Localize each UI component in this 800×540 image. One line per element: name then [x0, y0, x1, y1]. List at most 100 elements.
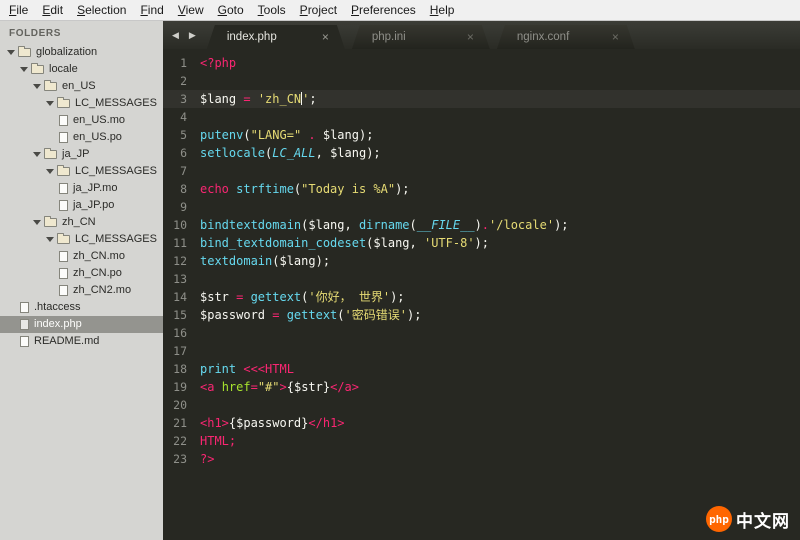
file-icon [20, 319, 29, 330]
tab-close-icon[interactable]: × [610, 30, 621, 44]
menu-item-view[interactable]: View [171, 0, 211, 20]
menu-item-goto[interactable]: Goto [211, 0, 251, 20]
code-token: '密码错误' [345, 308, 407, 322]
line-number: 1 [163, 54, 200, 72]
menu-item-edit[interactable]: Edit [35, 0, 70, 20]
expand-arrow-icon[interactable] [46, 237, 54, 242]
code-token: <h1> [200, 416, 229, 430]
line-number: 11 [163, 234, 200, 252]
tree-folder-ja_JP[interactable]: ja_JP [0, 146, 163, 163]
code-line[interactable]: 19<a href="#">{$str}</a> [163, 378, 800, 396]
tab-php.ini[interactable]: php.ini × [352, 25, 490, 49]
folder-icon [44, 150, 57, 159]
tree-folder-globalization[interactable]: globalization [0, 44, 163, 61]
code-editor[interactable]: 1<?php23$lang = 'zh_CN';45putenv("LANG="… [163, 49, 800, 540]
tree-folder-zh_CN[interactable]: zh_CN [0, 214, 163, 231]
menu-item-preferences[interactable]: Preferences [344, 0, 423, 20]
code-line[interactable]: 1<?php [163, 54, 800, 72]
tree-folder-LC_MESSAGES[interactable]: LC_MESSAGES [0, 231, 163, 248]
code-line[interactable]: 9 [163, 198, 800, 216]
code-line[interactable]: 21<h1>{$password}</h1> [163, 414, 800, 432]
code-line[interactable]: 15$password = gettext('密码错误'); [163, 306, 800, 324]
tree-item-label: en_US [62, 78, 96, 95]
expand-arrow-icon[interactable] [33, 84, 41, 89]
tree-folder-LC_MESSAGES[interactable]: LC_MESSAGES [0, 95, 163, 112]
code-line[interactable]: 23?> [163, 450, 800, 468]
line-number: 21 [163, 414, 200, 432]
code-token: = [243, 92, 257, 106]
code-token: textdomain [200, 254, 272, 268]
code-line[interactable]: 10bindtextdomain($lang, dirname(__FILE__… [163, 216, 800, 234]
tab-nav-forward-icon[interactable]: ▶ [184, 27, 201, 44]
code-token: __FILE__ [417, 218, 475, 232]
code-line[interactable]: 14$str = gettext('你好， 世界'); [163, 288, 800, 306]
tree-file-.htaccess[interactable]: .htaccess [0, 299, 163, 316]
code-line[interactable]: 16 [163, 324, 800, 342]
tree-file-en_US.po[interactable]: en_US.po [0, 129, 163, 146]
code-lines: 1<?php23$lang = 'zh_CN';45putenv("LANG="… [163, 54, 800, 468]
line-content: setlocale(LC_ALL, $lang); [200, 144, 800, 162]
code-token: <<<HTML [243, 362, 294, 376]
line-content: bindtextdomain($lang, dirname(__FILE__).… [200, 216, 800, 234]
tree-file-index.php[interactable]: index.php [0, 316, 163, 333]
tree-folder-en_US[interactable]: en_US [0, 78, 163, 95]
menu-item-file[interactable]: File [2, 0, 35, 20]
menu-item-tools[interactable]: Tools [251, 0, 293, 20]
menu-item-selection[interactable]: Selection [70, 0, 133, 20]
code-line[interactable]: 3$lang = 'zh_CN'; [163, 90, 800, 108]
code-line[interactable]: 18print <<<HTML [163, 360, 800, 378]
expand-arrow-icon[interactable] [7, 50, 15, 55]
line-content [200, 270, 800, 288]
folder-icon [57, 235, 70, 244]
tabs: index.php×php.ini×nginx.conf× [201, 21, 642, 49]
tab-close-icon[interactable]: × [320, 30, 331, 44]
menu-item-help[interactable]: Help [423, 0, 462, 20]
expand-arrow-icon[interactable] [46, 101, 54, 106]
expand-arrow-icon[interactable] [46, 169, 54, 174]
tree-item-label: ja_JP [62, 146, 90, 163]
code-line[interactable]: 8echo strftime("Today is %A"); [163, 180, 800, 198]
line-content: echo strftime("Today is %A"); [200, 180, 800, 198]
tab-index.php[interactable]: index.php× [207, 25, 345, 49]
code-line[interactable]: 13 [163, 270, 800, 288]
tree-file-README.md[interactable]: README.md [0, 333, 163, 350]
code-line[interactable]: 20 [163, 396, 800, 414]
code-line[interactable]: 11bind_textdomain_codeset($lang, 'UTF-8'… [163, 234, 800, 252]
code-token: = [236, 290, 250, 304]
code-token: "Today is %A" [301, 182, 395, 196]
tree-file-zh_CN.mo[interactable]: zh_CN.mo [0, 248, 163, 265]
code-line[interactable]: 7 [163, 162, 800, 180]
code-line[interactable]: 22HTML; [163, 432, 800, 450]
tree-file-ja_JP.po[interactable]: ja_JP.po [0, 197, 163, 214]
tree-file-zh_CN.po[interactable]: zh_CN.po [0, 265, 163, 282]
expand-arrow-icon[interactable] [33, 152, 41, 157]
line-content: ?> [200, 450, 800, 468]
tree-folder-locale[interactable]: locale [0, 61, 163, 78]
folder-icon [44, 218, 57, 227]
code-line[interactable]: 5putenv("LANG=" . $lang); [163, 126, 800, 144]
tree-file-en_US.mo[interactable]: en_US.mo [0, 112, 163, 129]
expand-arrow-icon[interactable] [20, 67, 28, 72]
code-line[interactable]: 17 [163, 342, 800, 360]
code-line[interactable]: 2 [163, 72, 800, 90]
code-token: ) [475, 218, 482, 232]
code-line[interactable]: 12textdomain($lang); [163, 252, 800, 270]
folder-icon [44, 82, 57, 91]
tree-file-zh_CN2.mo[interactable]: zh_CN2.mo [0, 282, 163, 299]
tab-label: php.ini [372, 31, 406, 43]
code-token: 'UTF-8' [424, 236, 475, 250]
expand-arrow-icon[interactable] [33, 220, 41, 225]
menu-item-find[interactable]: Find [133, 0, 170, 20]
code-token: = [272, 308, 286, 322]
tab-close-icon[interactable]: × [465, 30, 476, 44]
tab-nginx.conf[interactable]: nginx.conf× [497, 25, 635, 49]
line-number: 4 [163, 108, 200, 126]
menu-item-project[interactable]: Project [293, 0, 344, 20]
tree-file-ja_JP.mo[interactable]: ja_JP.mo [0, 180, 163, 197]
code-line[interactable]: 4 [163, 108, 800, 126]
code-token: ); [554, 218, 568, 232]
file-icon [59, 285, 68, 296]
tree-folder-LC_MESSAGES[interactable]: LC_MESSAGES [0, 163, 163, 180]
code-line[interactable]: 6setlocale(LC_ALL, $lang); [163, 144, 800, 162]
tab-nav-back-icon[interactable]: ◀ [167, 27, 184, 44]
